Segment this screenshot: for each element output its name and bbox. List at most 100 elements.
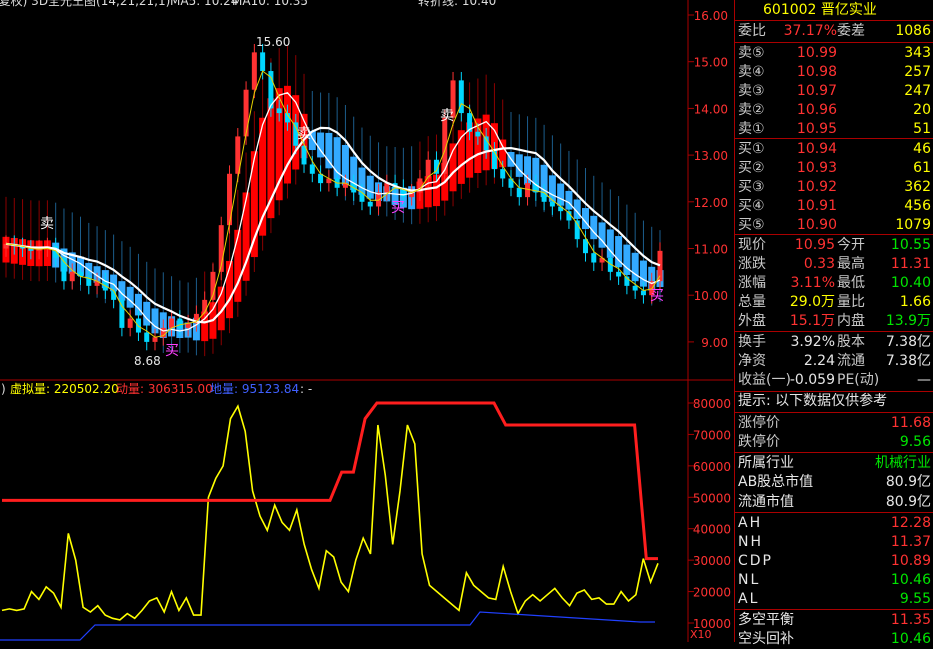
quote-value-right: 13.9万 bbox=[885, 313, 931, 329]
finance-row: 收益(一) -0.059 PE(动) — bbox=[735, 370, 933, 390]
quote-label-right: 最低 bbox=[837, 275, 865, 291]
buy-level-label: 买② bbox=[738, 160, 765, 176]
buy-level-price: 10.91 bbox=[796, 198, 837, 214]
volume-tick-label: 30000 bbox=[693, 554, 731, 568]
industry-label: 所属行业 bbox=[738, 455, 794, 471]
candle-body bbox=[516, 187, 522, 198]
pivot-value: 11.37 bbox=[890, 534, 931, 550]
limit-label: 涨停价 bbox=[738, 415, 780, 431]
balance-row: 多空平衡 11.35 bbox=[735, 610, 933, 630]
market-value-row: AB股总市值 80.9亿 bbox=[735, 472, 933, 492]
buy-level-volume: 46 bbox=[913, 141, 931, 157]
quote-value-right: 11.31 bbox=[890, 256, 931, 272]
balance-label: 空头回补 bbox=[738, 631, 794, 647]
limit-row: 涨停价 11.68 bbox=[735, 413, 933, 433]
price-tick-label: 11.00 bbox=[694, 243, 728, 257]
pivot-value: 10.89 bbox=[890, 553, 931, 569]
quote-row: 现价 10.95 今开 10.55 bbox=[735, 235, 933, 255]
buy-level-volume: 362 bbox=[904, 179, 931, 195]
candle-body bbox=[591, 253, 597, 263]
quote-value-left: 15.1万 bbox=[789, 313, 835, 329]
price-tick-label: 12.00 bbox=[694, 196, 728, 210]
kline-chart[interactable]: 16.0015.0014.0013.0012.0011.0010.009.00 … bbox=[0, 0, 733, 642]
low-annotation: 8.68 bbox=[134, 354, 161, 368]
main-header-turn: 转折线: 10.40 bbox=[418, 0, 496, 8]
sell-level-row: 卖④ 10.98 257 bbox=[735, 62, 933, 82]
pivot-label: NH bbox=[738, 534, 763, 550]
finance-row: 换手 3.92% 股本 7.38亿 bbox=[735, 332, 933, 352]
sell-level-volume: 51 bbox=[913, 121, 931, 137]
buy-level-price: 10.90 bbox=[796, 217, 837, 233]
sell-level-price: 10.95 bbox=[796, 121, 837, 137]
buy-signal: 买 bbox=[165, 343, 179, 359]
limit-value: 11.68 bbox=[890, 415, 931, 431]
buy-level-row: 买② 10.93 61 bbox=[735, 158, 933, 178]
quote-value-left: 10.95 bbox=[794, 237, 835, 253]
candle-body bbox=[169, 318, 175, 328]
market-value-label: 流通市值 bbox=[738, 494, 794, 510]
price-tick-label: 10.00 bbox=[694, 289, 728, 303]
finance-row: 净资 2.24 流通 7.38亿 bbox=[735, 351, 933, 371]
candle-body bbox=[491, 150, 497, 170]
price-tick-label: 9.00 bbox=[701, 336, 728, 350]
candle-body bbox=[144, 332, 150, 342]
tip-text: 提示: 以下数据仅供参考 bbox=[738, 393, 888, 409]
sell-level-volume: 247 bbox=[904, 83, 931, 99]
candle-body bbox=[632, 285, 638, 291]
volume-tick-label: 70000 bbox=[693, 428, 731, 442]
industry-value[interactable]: 机械行业 bbox=[875, 453, 931, 473]
candle-body bbox=[227, 173, 233, 226]
volume-tick-label: 80000 bbox=[693, 397, 731, 411]
sub-extra-label: : - bbox=[300, 382, 312, 396]
sell-level-label: 卖⑤ bbox=[738, 45, 765, 61]
pivot-label: NL bbox=[738, 572, 761, 588]
quote-label-right: 今开 bbox=[837, 237, 865, 253]
quote-panel: 601002 晋亿实业 委比 37.17% 委差 1086 卖⑤ 10.99 343… bbox=[734, 0, 933, 647]
candle-body bbox=[500, 169, 506, 179]
stock-title[interactable]: 601002 晋亿实业 bbox=[735, 0, 933, 20]
buy-level-row: 买③ 10.92 362 bbox=[735, 177, 933, 197]
pivot-row: NL 10.46 bbox=[735, 570, 933, 590]
pivot-row: NH 11.37 bbox=[735, 532, 933, 552]
market-value-label: AB股总市值 bbox=[738, 474, 814, 490]
stock-name: 601002 晋亿实业 bbox=[763, 2, 877, 18]
quote-label-right: 量比 bbox=[837, 294, 865, 310]
buy-level-price: 10.93 bbox=[796, 160, 837, 176]
pivot-value: 12.28 bbox=[890, 515, 931, 531]
candle-body bbox=[640, 290, 646, 296]
volume-tick-label: 20000 bbox=[693, 586, 731, 600]
quote-label-left: 外盘 bbox=[738, 313, 766, 329]
sell-signal: 卖 bbox=[297, 126, 311, 142]
finance-value-right: — bbox=[917, 372, 931, 388]
cloud-block bbox=[143, 301, 151, 326]
quote-row: 涨幅 3.11% 最低 10.40 bbox=[735, 273, 933, 293]
finance-value-right: 7.38亿 bbox=[885, 353, 931, 369]
finance-label-right: PE(动) bbox=[837, 372, 880, 388]
buy-level-row: 买① 10.94 46 bbox=[735, 139, 933, 159]
main-header-ma10: MA10: 10.35 bbox=[232, 0, 308, 8]
quote-label-right: 内盘 bbox=[837, 313, 865, 329]
buy-level-row: 买⑤ 10.90 1079 bbox=[735, 215, 933, 235]
cloud-block bbox=[234, 229, 242, 302]
limit-row: 跌停价 9.56 bbox=[735, 432, 933, 452]
finance-value-left: -0.059 bbox=[789, 372, 835, 388]
pivot-label: AH bbox=[738, 515, 763, 531]
sell-level-volume: 343 bbox=[904, 45, 931, 61]
pivot-value: 9.55 bbox=[899, 591, 931, 607]
sell-level-price: 10.99 bbox=[796, 45, 837, 61]
quote-value-left: 3.11% bbox=[790, 275, 835, 291]
candle-body bbox=[549, 201, 555, 207]
finance-label-left: 净资 bbox=[738, 353, 766, 369]
cloud-block bbox=[126, 286, 134, 308]
pivot-row: CDP 10.89 bbox=[735, 551, 933, 571]
buy-level-label: 买③ bbox=[738, 179, 765, 195]
main-header-name: (复权) 3D全光王图(14,21,21,1) bbox=[0, 0, 170, 8]
sell-level-price: 10.97 bbox=[796, 83, 837, 99]
quote-label-left: 涨跌 bbox=[738, 256, 766, 272]
sell-level-row: 卖⑤ 10.99 343 bbox=[735, 43, 933, 63]
quote-label-right: 最高 bbox=[837, 256, 865, 272]
balance-row: 空头回补 10.46 bbox=[735, 629, 933, 649]
candle-body bbox=[475, 131, 481, 137]
sell-level-label: 卖④ bbox=[738, 64, 765, 80]
quote-value-left: 29.0万 bbox=[789, 294, 835, 310]
